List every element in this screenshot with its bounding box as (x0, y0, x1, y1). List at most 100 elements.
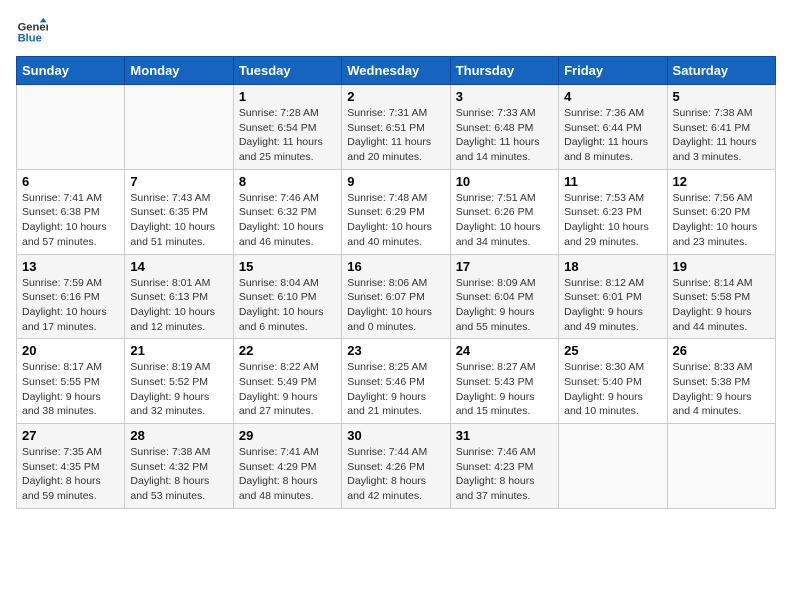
day-number: 2 (347, 89, 444, 104)
day-number: 6 (22, 174, 119, 189)
day-info: Sunrise: 8:25 AM Sunset: 5:46 PM Dayligh… (347, 360, 444, 419)
calendar-cell: 11Sunrise: 7:53 AM Sunset: 6:23 PM Dayli… (559, 169, 667, 254)
day-info: Sunrise: 7:46 AM Sunset: 4:23 PM Dayligh… (456, 445, 553, 504)
calendar-cell: 13 Sunrise: 7:59 AM Sunset: 6:16 PM Dayli… (17, 254, 125, 339)
day-number: 26 (673, 343, 770, 358)
calendar-cell: 12 Sunrise: 7:56 AM Sunset: 6:20 PM Dayli… (667, 169, 775, 254)
day-number: 27 (22, 428, 119, 443)
day-number: 13 (22, 259, 119, 274)
day-number: 10 (456, 174, 553, 189)
calendar-cell: 15Sunrise: 8:04 AM Sunset: 6:10 PM Dayli… (233, 254, 341, 339)
day-number: 21 (130, 343, 227, 358)
day-info: Sunrise: 8:01 AM Sunset: 6:13 PM Dayligh… (130, 276, 227, 335)
day-number: 3 (456, 89, 553, 104)
day-header-tuesday: Tuesday (233, 57, 341, 85)
calendar-cell: 3 Sunrise: 7:33 AM Sunset: 6:48 PM Daylig… (450, 85, 558, 170)
day-info: Sunrise: 7:51 AM Sunset: 6:26 PM Dayligh… (456, 191, 553, 250)
calendar-cell: 6 Sunrise: 7:41 AM Sunset: 6:38 PM Daylig… (17, 169, 125, 254)
day-info: Sunrise: 7:41 AM Sunset: 6:38 PM Dayligh… (22, 191, 119, 250)
header: General Blue (16, 16, 776, 48)
week-row-1: 1Sunrise: 7:28 AM Sunset: 6:54 PM Daylig… (17, 85, 776, 170)
calendar-cell: 2 Sunrise: 7:31 AM Sunset: 6:51 PM Daylig… (342, 85, 450, 170)
day-number: 1 (239, 89, 336, 104)
day-info: Sunrise: 7:46 AM Sunset: 6:32 PM Dayligh… (239, 191, 336, 250)
calendar-cell: 30 Sunrise: 7:44 AM Sunset: 4:26 PM Dayli… (342, 424, 450, 509)
calendar-cell: 7Sunrise: 7:43 AM Sunset: 6:35 PM Daylig… (125, 169, 233, 254)
svg-text:General: General (18, 21, 48, 33)
day-info: Sunrise: 8:12 AM Sunset: 6:01 PM Dayligh… (564, 276, 661, 335)
day-number: 7 (130, 174, 227, 189)
logo: General Blue (16, 16, 48, 48)
day-number: 12 (673, 174, 770, 189)
calendar-cell: 29 Sunrise: 7:41 AM Sunset: 4:29 PM Dayli… (233, 424, 341, 509)
day-info: Sunrise: 8:04 AM Sunset: 6:10 PM Dayligh… (239, 276, 336, 335)
day-info: Sunrise: 7:33 AM Sunset: 6:48 PM Dayligh… (456, 106, 553, 165)
calendar-cell: 1Sunrise: 7:28 AM Sunset: 6:54 PM Daylig… (233, 85, 341, 170)
calendar-cell: 27 Sunrise: 7:35 AM Sunset: 4:35 PM Dayli… (17, 424, 125, 509)
week-row-2: 6 Sunrise: 7:41 AM Sunset: 6:38 PM Daylig… (17, 169, 776, 254)
calendar-cell: 31 Sunrise: 7:46 AM Sunset: 4:23 PM Dayli… (450, 424, 558, 509)
day-number: 22 (239, 343, 336, 358)
day-number: 31 (456, 428, 553, 443)
calendar-cell: 21 Sunrise: 8:19 AM Sunset: 5:52 PM Dayli… (125, 339, 233, 424)
calendar-cell (667, 424, 775, 509)
calendar-cell: 14 Sunrise: 8:01 AM Sunset: 6:13 PM Dayli… (125, 254, 233, 339)
calendar-cell: 25 Sunrise: 8:30 AM Sunset: 5:40 PM Dayli… (559, 339, 667, 424)
week-row-3: 13 Sunrise: 7:59 AM Sunset: 6:16 PM Dayli… (17, 254, 776, 339)
day-info: Sunrise: 8:33 AM Sunset: 5:38 PM Dayligh… (673, 360, 770, 419)
day-info: Sunrise: 7:31 AM Sunset: 6:51 PM Dayligh… (347, 106, 444, 165)
day-number: 16 (347, 259, 444, 274)
day-info: Sunrise: 8:14 AM Sunset: 5:58 PM Dayligh… (673, 276, 770, 335)
calendar-cell: 5 Sunrise: 7:38 AM Sunset: 6:41 PM Daylig… (667, 85, 775, 170)
calendar-cell: 23 Sunrise: 8:25 AM Sunset: 5:46 PM Dayli… (342, 339, 450, 424)
day-number: 29 (239, 428, 336, 443)
day-info: Sunrise: 8:06 AM Sunset: 6:07 PM Dayligh… (347, 276, 444, 335)
day-header-monday: Monday (125, 57, 233, 85)
day-info: Sunrise: 7:36 AM Sunset: 6:44 PM Dayligh… (564, 106, 661, 165)
day-info: Sunrise: 8:09 AM Sunset: 6:04 PM Dayligh… (456, 276, 553, 335)
calendar-cell: 9 Sunrise: 7:48 AM Sunset: 6:29 PM Daylig… (342, 169, 450, 254)
day-number: 5 (673, 89, 770, 104)
calendar-cell: 20Sunrise: 8:17 AM Sunset: 5:55 PM Dayli… (17, 339, 125, 424)
calendar-cell (559, 424, 667, 509)
calendar-cell: 22Sunrise: 8:22 AM Sunset: 5:49 PM Dayli… (233, 339, 341, 424)
calendar-cell: 8 Sunrise: 7:46 AM Sunset: 6:32 PM Daylig… (233, 169, 341, 254)
day-info: Sunrise: 7:35 AM Sunset: 4:35 PM Dayligh… (22, 445, 119, 504)
day-info: Sunrise: 7:38 AM Sunset: 4:32 PM Dayligh… (130, 445, 227, 504)
day-number: 9 (347, 174, 444, 189)
calendar-table: SundayMondayTuesdayWednesdayThursdayFrid… (16, 56, 776, 509)
day-info: Sunrise: 7:59 AM Sunset: 6:16 PM Dayligh… (22, 276, 119, 335)
day-number: 30 (347, 428, 444, 443)
day-number: 19 (673, 259, 770, 274)
calendar-cell: 17Sunrise: 8:09 AM Sunset: 6:04 PM Dayli… (450, 254, 558, 339)
day-info: Sunrise: 7:41 AM Sunset: 4:29 PM Dayligh… (239, 445, 336, 504)
logo-icon: General Blue (16, 16, 48, 48)
week-row-4: 20Sunrise: 8:17 AM Sunset: 5:55 PM Dayli… (17, 339, 776, 424)
day-info: Sunrise: 8:30 AM Sunset: 5:40 PM Dayligh… (564, 360, 661, 419)
calendar-cell: 4 Sunrise: 7:36 AM Sunset: 6:44 PM Daylig… (559, 85, 667, 170)
day-header-sunday: Sunday (17, 57, 125, 85)
day-info: Sunrise: 8:19 AM Sunset: 5:52 PM Dayligh… (130, 360, 227, 419)
day-info: Sunrise: 8:17 AM Sunset: 5:55 PM Dayligh… (22, 360, 119, 419)
svg-text:Blue: Blue (18, 33, 42, 45)
calendar-cell: 26 Sunrise: 8:33 AM Sunset: 5:38 PM Dayli… (667, 339, 775, 424)
day-info: Sunrise: 7:56 AM Sunset: 6:20 PM Dayligh… (673, 191, 770, 250)
day-info: Sunrise: 7:48 AM Sunset: 6:29 PM Dayligh… (347, 191, 444, 250)
day-info: Sunrise: 7:44 AM Sunset: 4:26 PM Dayligh… (347, 445, 444, 504)
day-number: 28 (130, 428, 227, 443)
day-number: 25 (564, 343, 661, 358)
day-info: Sunrise: 8:27 AM Sunset: 5:43 PM Dayligh… (456, 360, 553, 419)
day-header-wednesday: Wednesday (342, 57, 450, 85)
day-info: Sunrise: 7:38 AM Sunset: 6:41 PM Dayligh… (673, 106, 770, 165)
day-info: Sunrise: 7:53 AM Sunset: 6:23 PM Dayligh… (564, 191, 661, 250)
day-number: 8 (239, 174, 336, 189)
day-number: 14 (130, 259, 227, 274)
day-number: 4 (564, 89, 661, 104)
day-number: 18 (564, 259, 661, 274)
calendar-cell: 28 Sunrise: 7:38 AM Sunset: 4:32 PM Dayli… (125, 424, 233, 509)
calendar-cell: 24 Sunrise: 8:27 AM Sunset: 5:43 PM Dayli… (450, 339, 558, 424)
calendar-cell: 19 Sunrise: 8:14 AM Sunset: 5:58 PM Dayli… (667, 254, 775, 339)
day-number: 23 (347, 343, 444, 358)
day-number: 24 (456, 343, 553, 358)
calendar-cell: 16 Sunrise: 8:06 AM Sunset: 6:07 PM Dayli… (342, 254, 450, 339)
